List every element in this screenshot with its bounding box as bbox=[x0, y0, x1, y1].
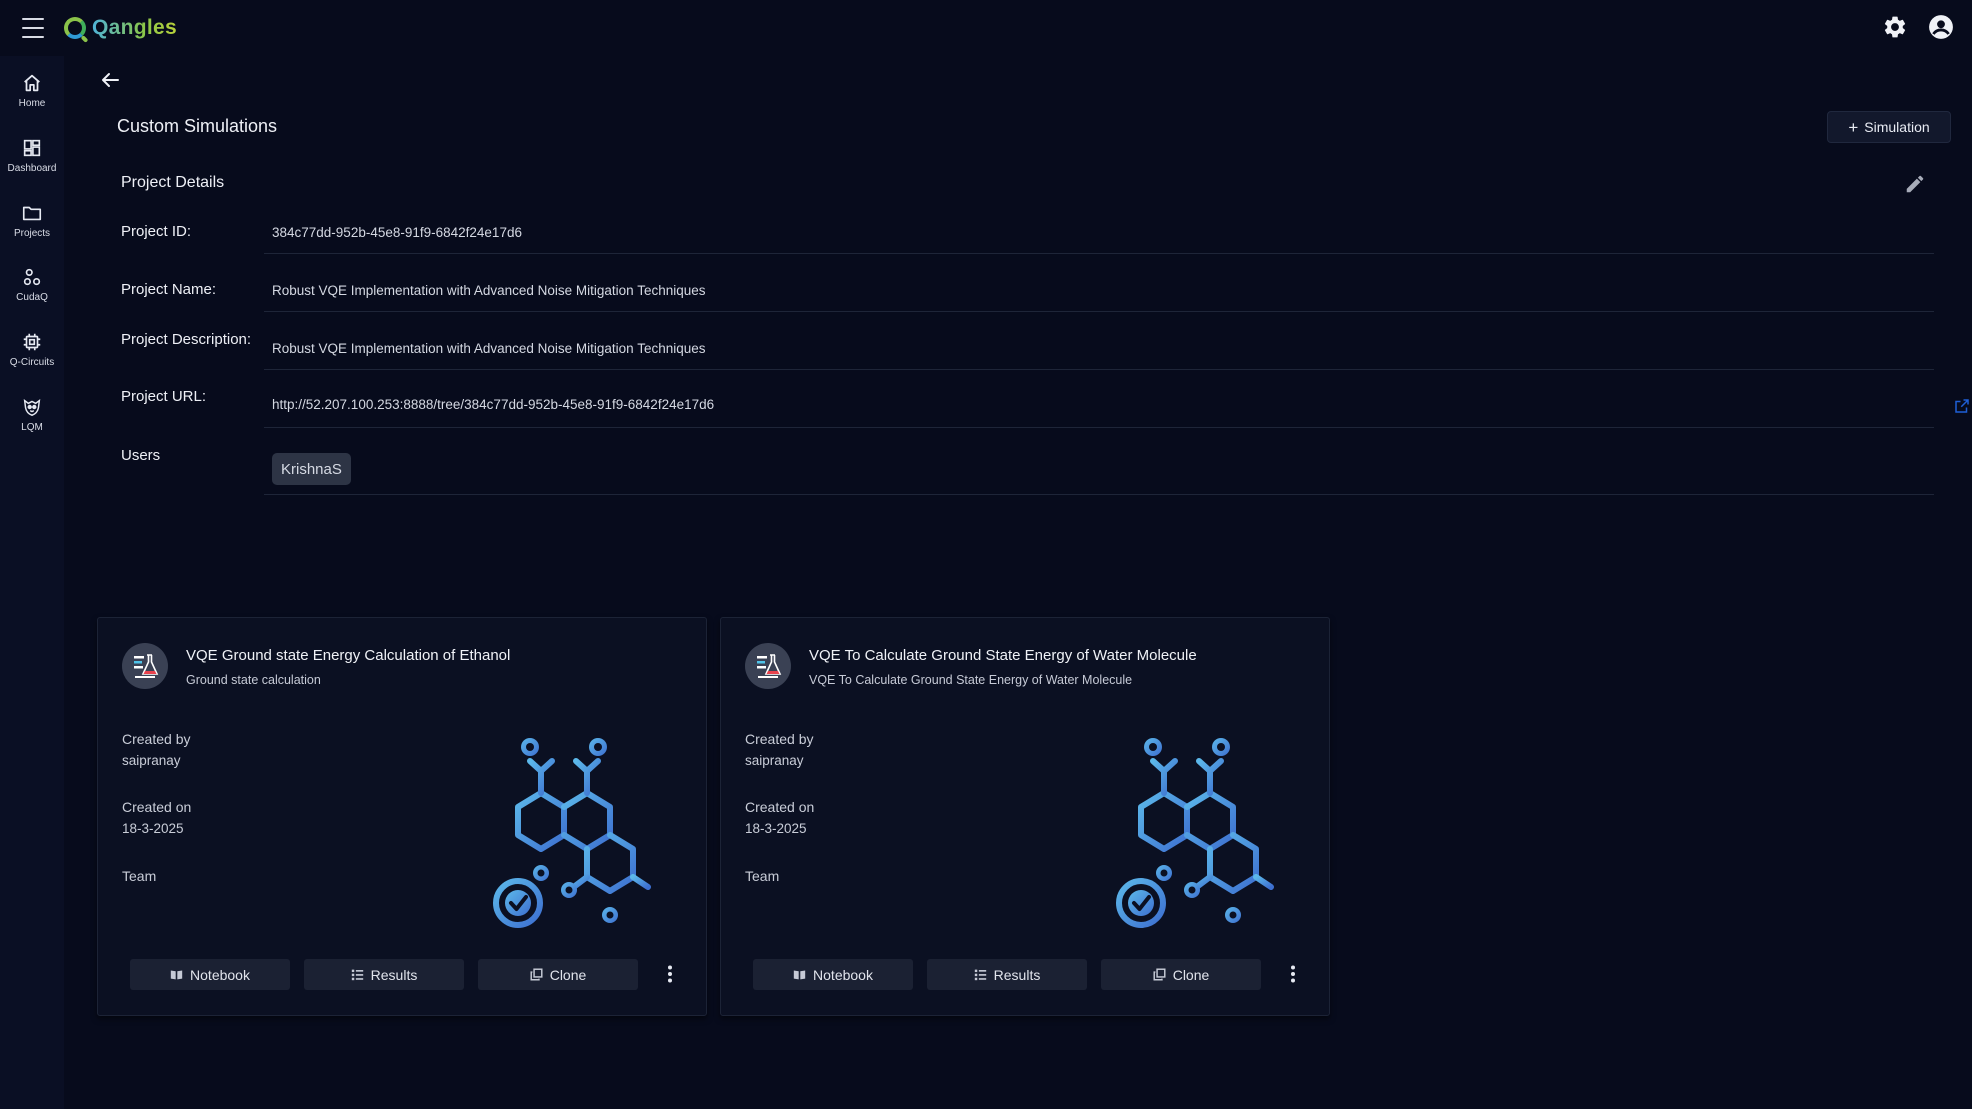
back-arrow-icon[interactable] bbox=[98, 68, 122, 92]
card-subtitle: Ground state calculation bbox=[186, 673, 321, 687]
simulation-card[interactable]: VQE To Calculate Ground State Energy of … bbox=[720, 617, 1330, 1016]
created-on-label: Created on bbox=[745, 799, 815, 815]
top-bar: Qangles bbox=[0, 0, 1972, 56]
app-logo[interactable]: Qangles bbox=[64, 14, 177, 42]
results-button[interactable]: Results bbox=[927, 959, 1087, 990]
gear-icon[interactable] bbox=[1882, 14, 1908, 40]
team-label: Team bbox=[122, 868, 157, 884]
plus-icon: + bbox=[1848, 117, 1859, 137]
divider bbox=[264, 311, 1934, 312]
more-vert-icon[interactable] bbox=[658, 962, 682, 986]
divider bbox=[264, 427, 1934, 428]
simulation-card[interactable]: VQE Ground state Energy Calculation of E… bbox=[97, 617, 707, 1016]
project-url-value[interactable]: http://52.207.100.253:8888/tree/384c77dd… bbox=[272, 397, 714, 412]
results-label: Results bbox=[993, 966, 1041, 983]
add-simulation-label: Simulation bbox=[1864, 119, 1930, 135]
cudaq-icon bbox=[23, 268, 41, 286]
project-description-label: Project Description: bbox=[121, 331, 252, 348]
sidebar-label-q-circuits: Q-Circuits bbox=[9, 357, 55, 368]
sidebar-label-cudaq: CudaQ bbox=[16, 292, 48, 303]
notebook-button[interactable]: Notebook bbox=[753, 959, 913, 990]
notebook-label: Notebook bbox=[190, 966, 250, 983]
sidebar-label-lqm: LQM bbox=[21, 422, 43, 433]
project-id-label: Project ID: bbox=[121, 223, 192, 240]
sidebar-item-dashboard[interactable]: Dashboard bbox=[0, 129, 64, 189]
sidebar-item-cudaq[interactable]: CudaQ bbox=[0, 258, 64, 318]
created-by-value: saipranay bbox=[745, 753, 804, 768]
chip-icon bbox=[23, 333, 41, 351]
lqm-icon bbox=[23, 398, 41, 417]
folder-icon bbox=[22, 206, 42, 221]
created-by-label: Created by bbox=[745, 731, 814, 747]
logo-mark bbox=[64, 17, 86, 39]
logo-text: Qangles bbox=[92, 16, 177, 39]
sidebar-label-home: Home bbox=[18, 98, 46, 109]
list-icon bbox=[351, 969, 363, 981]
project-name-label: Project Name: bbox=[121, 281, 217, 298]
clone-button[interactable]: Clone bbox=[478, 959, 638, 990]
sidebar-label-dashboard: Dashboard bbox=[7, 163, 57, 174]
card-subtitle: VQE To Calculate Ground State Energy of … bbox=[809, 673, 1133, 687]
clone-button[interactable]: Clone bbox=[1101, 959, 1261, 990]
divider bbox=[264, 253, 1934, 254]
project-id-value: 384c77dd-952b-45e8-91f9-6842f24e17d6 bbox=[272, 225, 522, 240]
users-label: Users bbox=[121, 447, 161, 464]
created-on-label: Created on bbox=[122, 799, 192, 815]
add-simulation-button[interactable]: + Simulation bbox=[1827, 111, 1951, 143]
created-by-label: Created by bbox=[122, 731, 191, 747]
notebook-label: Notebook bbox=[813, 966, 873, 983]
sidebar-item-q-circuits[interactable]: Q-Circuits bbox=[0, 323, 64, 383]
clone-icon bbox=[530, 968, 543, 981]
edit-pencil-icon[interactable] bbox=[1904, 173, 1926, 195]
clone-label: Clone bbox=[1172, 966, 1210, 983]
sidebar: Home Dashboard Projects CudaQ Q-Circuits… bbox=[0, 56, 64, 1109]
project-description-value: Robust VQE Implementation with Advanced … bbox=[272, 341, 706, 356]
sidebar-item-projects[interactable]: Projects bbox=[0, 194, 64, 254]
created-on-value: 18-3-2025 bbox=[745, 821, 807, 836]
created-on-value: 18-3-2025 bbox=[122, 821, 184, 836]
molecule-illustration bbox=[493, 738, 651, 928]
notebook-icon bbox=[170, 970, 183, 980]
results-label: Results bbox=[370, 966, 418, 983]
menu-icon[interactable] bbox=[22, 18, 44, 38]
clone-icon bbox=[1153, 968, 1166, 981]
notebook-icon bbox=[793, 970, 806, 980]
created-by-value: saipranay bbox=[122, 753, 181, 768]
list-icon bbox=[974, 969, 986, 981]
account-icon[interactable] bbox=[1928, 14, 1954, 40]
sidebar-item-lqm[interactable]: LQM bbox=[0, 388, 64, 448]
project-url-label: Project URL: bbox=[121, 388, 207, 405]
project-details-title: Project Details bbox=[121, 174, 225, 191]
lab-flask-icon bbox=[122, 643, 168, 689]
user-chip[interactable]: KrishnaS bbox=[272, 453, 351, 485]
molecule-illustration bbox=[1116, 738, 1274, 928]
team-label: Team bbox=[745, 868, 780, 884]
divider bbox=[264, 369, 1934, 370]
clone-label: Clone bbox=[549, 966, 587, 983]
dashboard-icon bbox=[23, 139, 41, 157]
card-title[interactable]: VQE To Calculate Ground State Energy of … bbox=[809, 647, 1197, 664]
more-vert-icon[interactable] bbox=[1281, 962, 1305, 986]
notebook-button[interactable]: Notebook bbox=[130, 959, 290, 990]
home-icon bbox=[24, 74, 40, 92]
sidebar-item-home[interactable]: Home bbox=[0, 64, 64, 124]
lab-flask-icon bbox=[745, 643, 791, 689]
page-title: Custom Simulations bbox=[117, 116, 278, 136]
divider bbox=[264, 494, 1934, 495]
project-name-value: Robust VQE Implementation with Advanced … bbox=[272, 283, 706, 298]
results-button[interactable]: Results bbox=[304, 959, 464, 990]
sidebar-label-projects: Projects bbox=[13, 228, 51, 239]
open-external-icon[interactable] bbox=[1953, 397, 1971, 415]
main-content: Custom Simulations + Simulation Project … bbox=[64, 56, 1972, 1109]
card-title[interactable]: VQE Ground state Energy Calculation of E… bbox=[186, 647, 510, 664]
